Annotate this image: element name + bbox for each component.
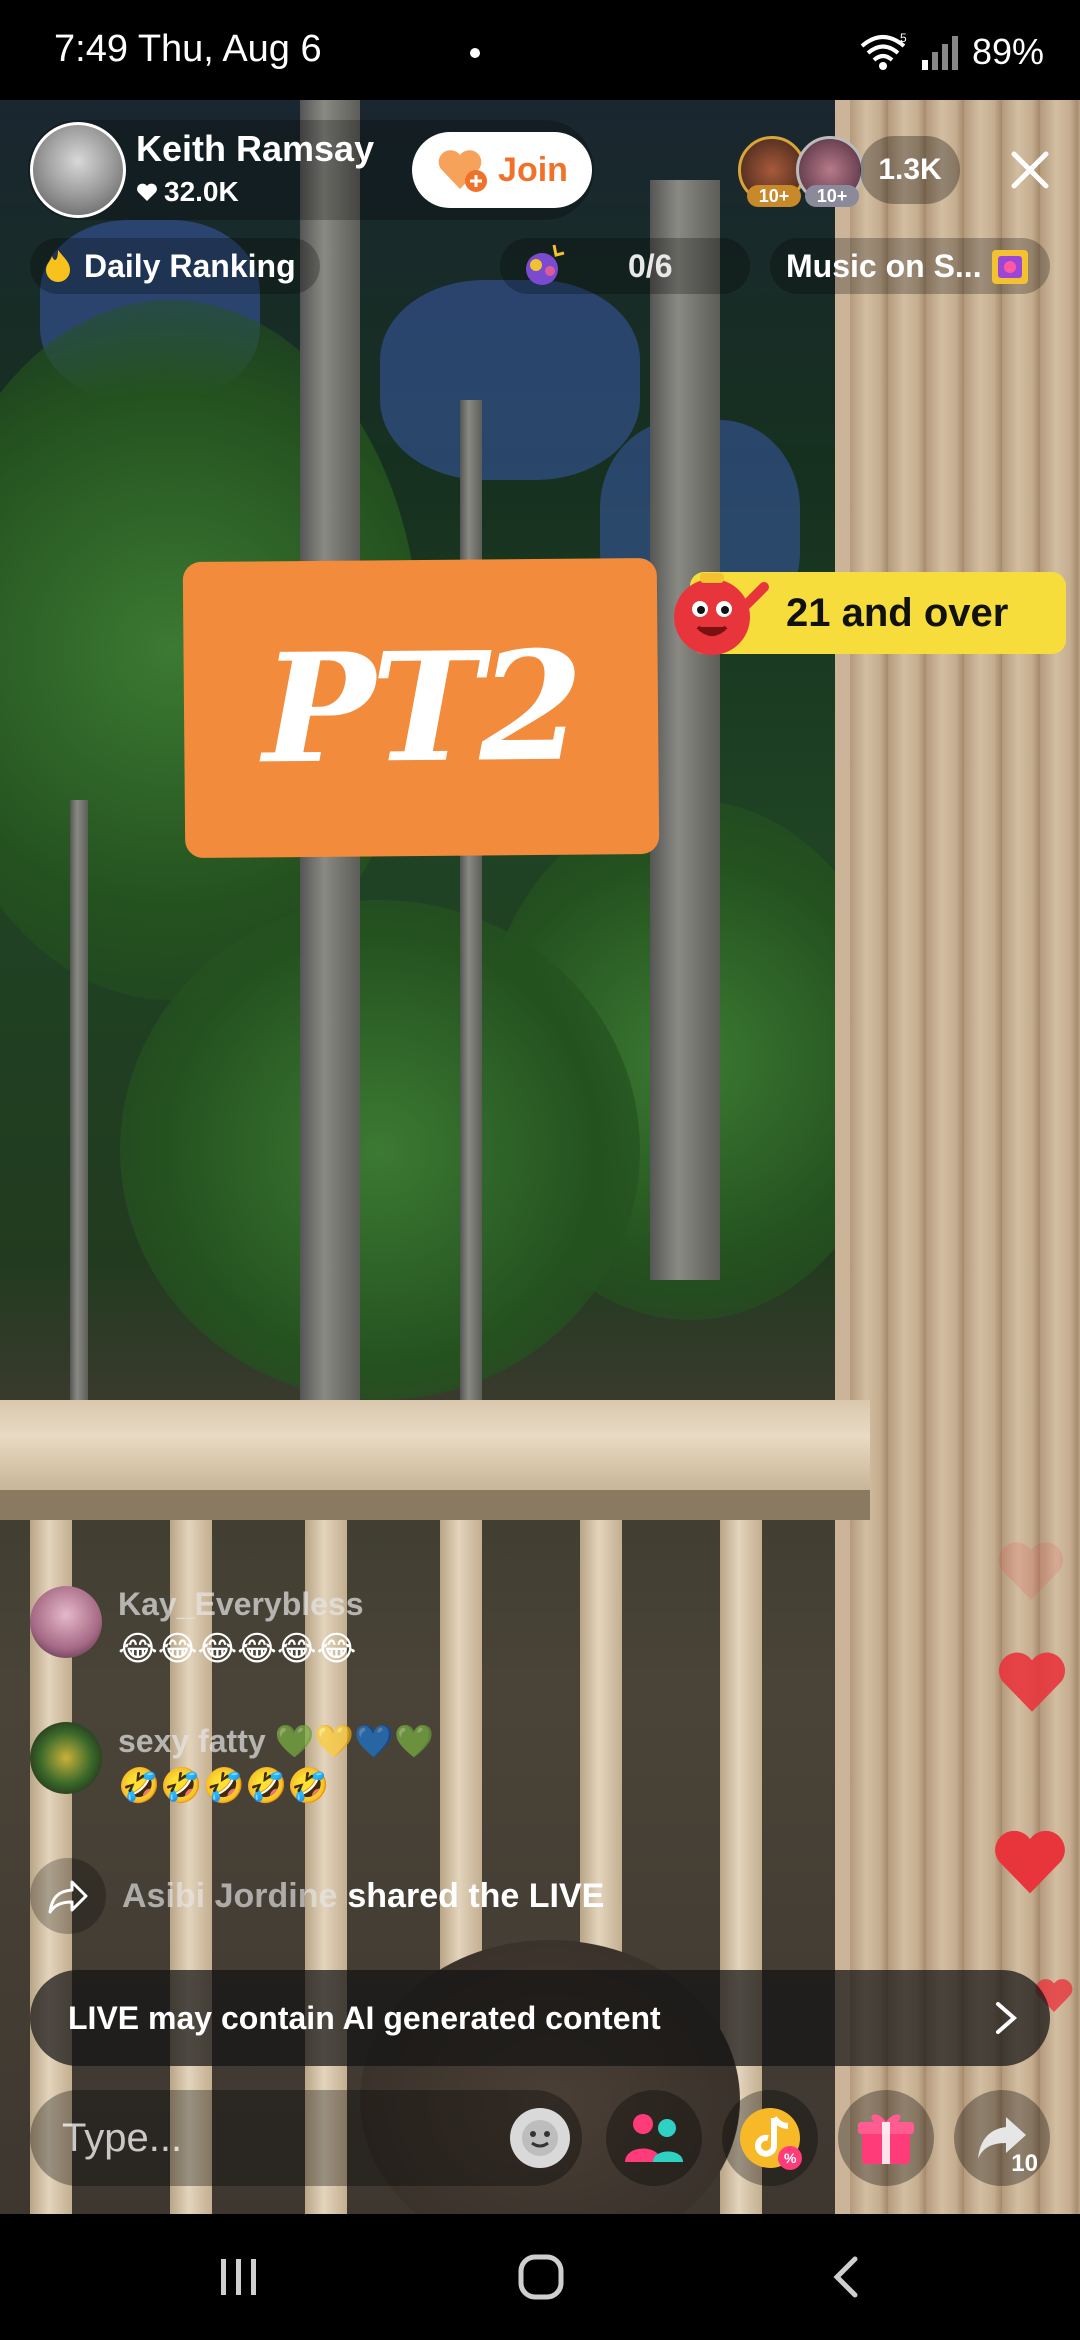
chat-text: 🤣🤣🤣🤣🤣 (118, 1767, 330, 1805)
battery-level: 89% (971, 31, 1044, 72)
chat-avatar[interactable] (30, 1586, 102, 1658)
join-button[interactable]: Join (412, 132, 592, 208)
heart-small-icon (137, 183, 157, 201)
back-button[interactable] (800, 2244, 890, 2310)
pt2-sticker-text: PT2 (261, 618, 581, 798)
host-avatar[interactable] (30, 122, 126, 218)
recents-icon (221, 2259, 256, 2295)
signal-icon (921, 36, 958, 70)
notification-dot (470, 48, 480, 58)
daily-ranking-button[interactable]: Daily Ranking (30, 238, 320, 294)
goal-progress-value: 0/6 (628, 247, 673, 284)
share-event-icon-wrap (30, 1858, 106, 1934)
multi-guest-icon (625, 2114, 683, 2162)
emoji-icon (522, 2120, 558, 2156)
mascot-icon (674, 573, 769, 655)
share-count: 10 (1011, 2150, 1038, 2177)
comment-placeholder: Type... (62, 2115, 183, 2160)
chat-text: 😂😂😂😂😂😂 (118, 1630, 357, 1668)
comment-input[interactable]: Type... (30, 2090, 582, 2186)
chat-avatar[interactable] (30, 1722, 102, 1794)
fire-icon (46, 250, 70, 282)
status-icons: 5 89% (858, 30, 1044, 74)
goal-icon (526, 244, 565, 285)
ai-content-banner[interactable]: LIVE may contain AI generated content (30, 1970, 1050, 2066)
home-icon (518, 2254, 564, 2300)
chat-username[interactable]: Kay_Everybless (118, 1586, 364, 1623)
music-icon (992, 250, 1028, 284)
status-time-date: 7:49 Thu, Aug 6 (54, 28, 322, 70)
chat-message[interactable]: Kay_Everybless 😂😂😂😂😂😂 (30, 1586, 364, 1669)
age-restriction-text: 21 and over (786, 590, 1009, 635)
floating-heart-icon (998, 1652, 1066, 1712)
join-label: Join (498, 150, 568, 189)
multi-guest-button[interactable] (606, 2090, 702, 2186)
promote-icon: % (740, 2108, 802, 2170)
share-arrow-icon (48, 1880, 88, 1914)
top-viewer-avatar[interactable]: 10+ (796, 136, 864, 207)
viewer-level-badge: 10+ (805, 185, 859, 207)
home-button[interactable] (496, 2244, 586, 2310)
host-likes: 32.0K (136, 176, 239, 208)
back-icon (833, 2256, 858, 2298)
system-nav-bar (0, 2214, 1080, 2340)
viewer-count-button[interactable]: 1.3K (860, 136, 960, 204)
share-event-username[interactable]: Asibi Jordine (122, 1877, 337, 1916)
close-icon (1011, 151, 1049, 189)
chat-message[interactable]: sexy fatty 💚💛💙💚 🤣🤣🤣🤣🤣 (30, 1722, 434, 1806)
close-button[interactable] (1000, 140, 1060, 200)
svg-text:%: % (784, 2150, 797, 2166)
floating-heart-icon (998, 1542, 1064, 1600)
pt2-sticker: PT2 (182, 557, 660, 859)
music-label: Music on S... (786, 247, 982, 284)
music-button[interactable]: Music on S... (770, 238, 1050, 294)
chevron-right-icon (996, 2002, 1018, 2034)
host-likes-count: 32.0K (164, 176, 239, 207)
share-event-text: shared the LIVE (347, 1876, 605, 1915)
gift-button[interactable] (838, 2090, 934, 2186)
emoji-button[interactable] (510, 2108, 570, 2168)
goal-progress-button[interactable]: 0/6 (500, 238, 750, 294)
share-button[interactable]: 10 (954, 2090, 1050, 2186)
chat-username[interactable]: sexy fatty 💚💛💙💚 (118, 1722, 434, 1760)
viewer-count: 1.3K (878, 153, 942, 186)
promote-button[interactable]: % (722, 2090, 818, 2186)
join-heart-icon (438, 150, 488, 192)
svg-text:5: 5 (900, 32, 907, 45)
ai-content-banner-text: LIVE may contain AI generated content (68, 1999, 661, 2036)
floating-heart-icon (995, 1830, 1065, 1894)
wifi-icon: 5 (860, 32, 907, 70)
viewer-level-badge: 10+ (747, 185, 801, 207)
daily-ranking-label: Daily Ranking (84, 247, 296, 284)
host-name[interactable]: Keith Ramsay (136, 128, 374, 170)
recents-button[interactable] (194, 2244, 284, 2310)
status-bar: 7:49 Thu, Aug 6 5 89% (0, 0, 1080, 100)
share-event-row: Asibi Jordine shared the LIVE (30, 1858, 604, 1934)
gift-icon (858, 2114, 914, 2164)
